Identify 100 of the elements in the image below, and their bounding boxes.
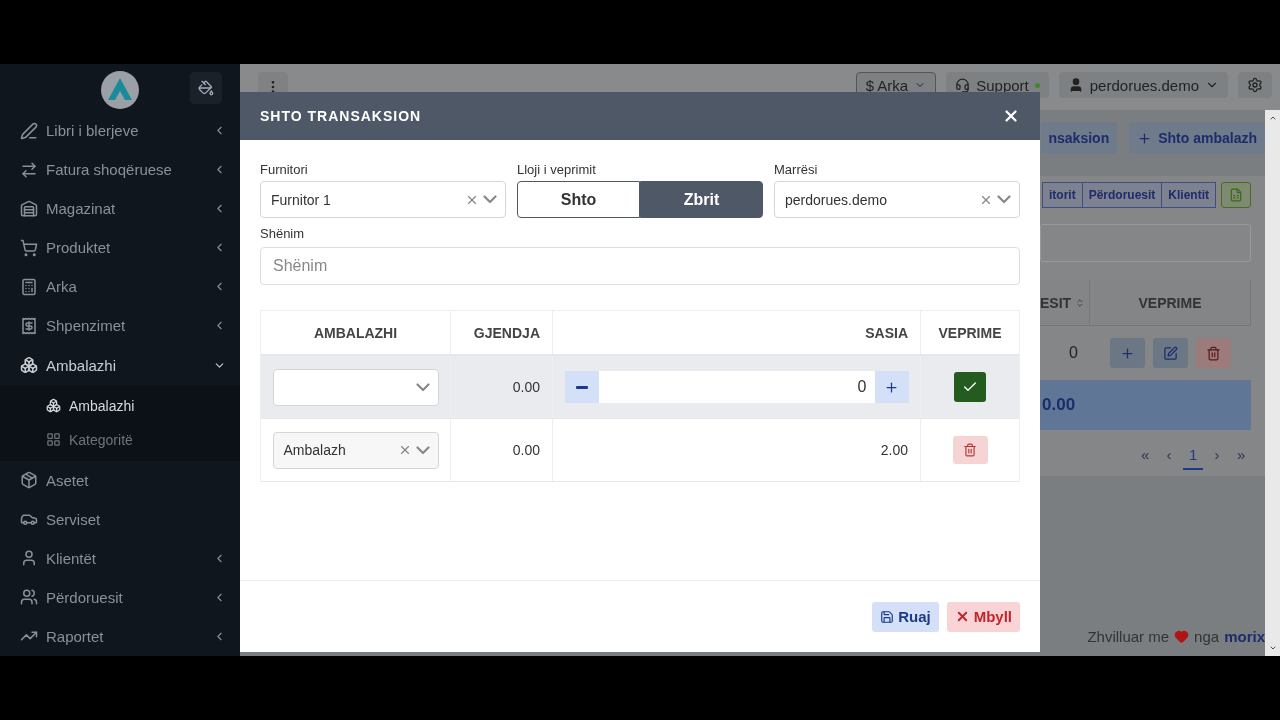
plus-icon	[1120, 345, 1135, 361]
footer-text: nga	[1194, 627, 1220, 645]
close-button[interactable]: Mbyll	[946, 601, 1020, 632]
package-select[interactable]	[272, 368, 439, 406]
table-cell-text: 0	[1068, 344, 1079, 362]
column-header: SASIA	[553, 311, 921, 354]
theme-button[interactable]	[190, 72, 222, 104]
field-label: Marrësi	[774, 162, 819, 177]
boxes-icon	[20, 356, 38, 374]
stock-value: 0.00	[511, 442, 541, 458]
page-link[interactable]: «	[1135, 440, 1155, 470]
quantity-field[interactable]: 0	[598, 371, 875, 403]
package-icon	[20, 471, 38, 490]
plus-icon	[884, 379, 899, 395]
scroll-up-icon	[1268, 114, 1277, 122]
operation-toggle[interactable]: Shto	[517, 181, 640, 218]
excel-button[interactable]	[1221, 182, 1251, 208]
trash-icon	[1206, 345, 1221, 361]
scroll-down-icon	[1268, 644, 1277, 652]
headset-icon	[955, 77, 971, 93]
sidebar-item[interactable]: Arka	[0, 267, 240, 307]
user-icon	[20, 549, 38, 568]
paint-bucket-icon	[198, 80, 214, 96]
scrollbar[interactable]	[1265, 110, 1280, 656]
sidebar-item[interactable]: Shpenzimet	[0, 306, 240, 346]
settings-icon	[1247, 77, 1263, 93]
edit-button[interactable]	[1153, 338, 1188, 368]
field-label: Shënim	[260, 226, 306, 241]
page-link[interactable]: 1	[1183, 440, 1203, 470]
plus-icon	[1137, 130, 1153, 146]
spreadsheet-icon	[1229, 188, 1243, 202]
sidebar-item[interactable]: Ambalazhi	[0, 345, 240, 385]
supplier-select[interactable]: Furnitor 1	[260, 181, 506, 218]
package-select[interactable]: Ambalazh	[272, 431, 439, 469]
page-link[interactable]: ›	[1207, 440, 1227, 470]
sidebar-item[interactable]: Fatura shoqëruese	[0, 150, 240, 190]
footer-text: Zhvilluar me	[1087, 627, 1170, 645]
boxes-icon	[46, 398, 61, 414]
settings-button[interactable]	[1238, 72, 1272, 98]
column-header: VEPRIME	[937, 323, 1003, 343]
page-link[interactable]: ‹	[1159, 440, 1179, 470]
column-header: AMBALAZHI	[261, 311, 451, 354]
action-button[interactable]: nsaksion	[1040, 122, 1118, 154]
field-label: Lloji i veprimit	[517, 162, 597, 177]
chevron-down-icon	[415, 445, 430, 455]
save-button[interactable]: Ruaj	[872, 601, 939, 632]
chevron-down-icon	[997, 195, 1011, 204]
sidebar-item[interactable]: Klientët	[0, 538, 240, 578]
receiver-select[interactable]: perdorues.demo	[774, 181, 1020, 218]
column-header: GJENDJA	[451, 311, 553, 354]
sort-icon	[1075, 296, 1085, 309]
users-icon	[20, 588, 38, 607]
minus-icon	[575, 385, 588, 389]
submenu-item[interactable]: Ambalazhi	[0, 388, 240, 423]
action-button[interactable]: Shto ambalazh	[1129, 122, 1265, 154]
decrement-button[interactable]	[564, 371, 599, 403]
filter-button[interactable]: Klientit	[1161, 182, 1216, 208]
quantity-value: 2.00	[879, 442, 909, 458]
heart-icon	[1174, 628, 1190, 644]
add-button[interactable]	[1110, 338, 1145, 368]
close-button[interactable]	[1002, 107, 1020, 125]
sidebar-item[interactable]: Libri i blerjeve	[0, 111, 240, 151]
pen-icon	[20, 121, 38, 140]
receipt-icon	[20, 316, 38, 335]
logo	[100, 69, 140, 110]
trash-icon	[963, 443, 977, 457]
save-icon	[880, 609, 895, 624]
edit-icon	[1163, 345, 1178, 361]
filter-button[interactable]: itorit	[1041, 182, 1083, 208]
submenu-item[interactable]: Kategoritë	[0, 422, 240, 457]
sidebar-item[interactable]: Përdoruesit	[0, 577, 240, 617]
sidebar-item[interactable]: Produktet	[0, 228, 240, 268]
stock-value: 0.00	[511, 379, 541, 395]
footer-link[interactable]: morix	[1224, 627, 1265, 645]
filter-button[interactable]: Përdoruesit	[1081, 182, 1163, 208]
increment-button[interactable]	[874, 371, 909, 403]
column-header: VEPRIME	[1090, 280, 1251, 325]
search-field[interactable]	[1040, 224, 1251, 262]
grid-icon	[46, 432, 61, 448]
cart-icon	[20, 238, 38, 257]
page-link[interactable]: »	[1231, 440, 1251, 470]
warehouse-icon	[20, 199, 38, 218]
note-field[interactable]: Shënim	[260, 247, 1020, 285]
calculator-icon	[20, 277, 38, 296]
sidebar-item[interactable]: Raportet	[0, 616, 240, 656]
modal-title: SHTO TRANSAKSION	[260, 108, 422, 124]
operation-toggle[interactable]: Zbrit	[640, 181, 763, 218]
chevron-down-icon	[483, 195, 497, 204]
sidebar-item[interactable]: Serviset	[0, 499, 240, 539]
field-label: Furnitori	[260, 162, 309, 177]
arrows-icon	[20, 160, 38, 179]
confirm-button[interactable]	[954, 372, 986, 402]
delete-button[interactable]	[1196, 338, 1231, 368]
delete-button[interactable]	[952, 436, 988, 464]
sidebar-item[interactable]: Magazinat	[0, 189, 240, 229]
sidebar-item[interactable]: Asetet	[0, 460, 240, 500]
chevron-down-icon	[415, 382, 430, 392]
total-value: 0.00	[1041, 395, 1076, 415]
user-button[interactable]: perdorues.demo	[1058, 72, 1228, 98]
close-icon	[1002, 107, 1020, 125]
